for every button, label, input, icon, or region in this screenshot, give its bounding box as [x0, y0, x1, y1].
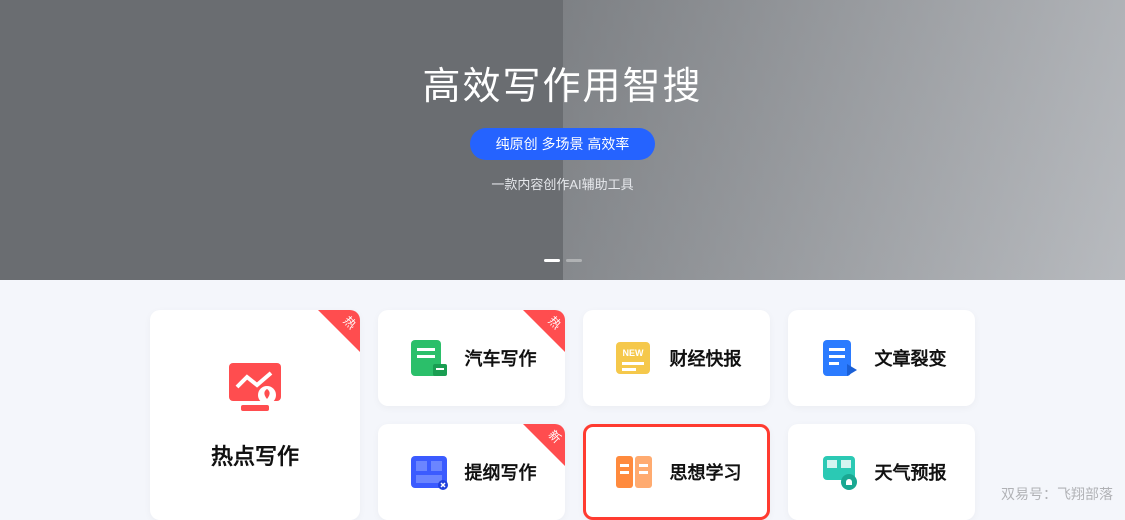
grid-blue-icon — [407, 452, 451, 492]
card-finance-news[interactable]: NEW 财经快报 — [583, 310, 770, 406]
feature-grid: 热 热点写作 热 汽车写作 NEW 财经快报 文章裂变 新 提纲写作 — [0, 280, 1125, 520]
book-orange-icon — [612, 452, 656, 492]
carousel-dots[interactable] — [544, 259, 582, 262]
hero-subtitle: 一款内容创作AI辅助工具 — [491, 174, 633, 193]
card-hot-writing[interactable]: 热 热点写作 — [150, 310, 360, 520]
card-weather[interactable]: 天气预报 — [788, 424, 975, 520]
card-teal-icon — [817, 452, 861, 492]
chart-monitor-icon — [223, 359, 287, 415]
doc-green-icon — [407, 338, 451, 378]
card-label: 天气预报 — [875, 459, 947, 485]
hot-ribbon: 热 — [318, 310, 360, 352]
card-label: 热点写作 — [211, 439, 299, 471]
card-label: 思想学习 — [670, 459, 742, 485]
hero-title: 高效写作用智搜 — [422, 55, 702, 110]
news-yellow-icon: NEW — [612, 338, 656, 378]
card-label: 财经快报 — [670, 345, 742, 371]
card-outline-writing[interactable]: 新 提纲写作 — [378, 424, 565, 520]
hot-ribbon: 热 — [523, 310, 565, 352]
svg-text:NEW: NEW — [622, 348, 644, 358]
doc-blue-icon — [817, 338, 861, 378]
new-ribbon: 新 — [523, 424, 565, 466]
hero-pill: 纯原创 多场景 高效率 — [470, 128, 656, 160]
card-thought-study[interactable]: 思想学习 — [583, 424, 770, 520]
card-label: 文章裂变 — [875, 345, 947, 371]
hero-banner: 高效写作用智搜 纯原创 多场景 高效率 一款内容创作AI辅助工具 — [0, 0, 1125, 280]
watermark: 双易号：飞翔部落 — [1001, 484, 1113, 504]
card-article-split[interactable]: 文章裂变 — [788, 310, 975, 406]
card-car-writing[interactable]: 热 汽车写作 — [378, 310, 565, 406]
